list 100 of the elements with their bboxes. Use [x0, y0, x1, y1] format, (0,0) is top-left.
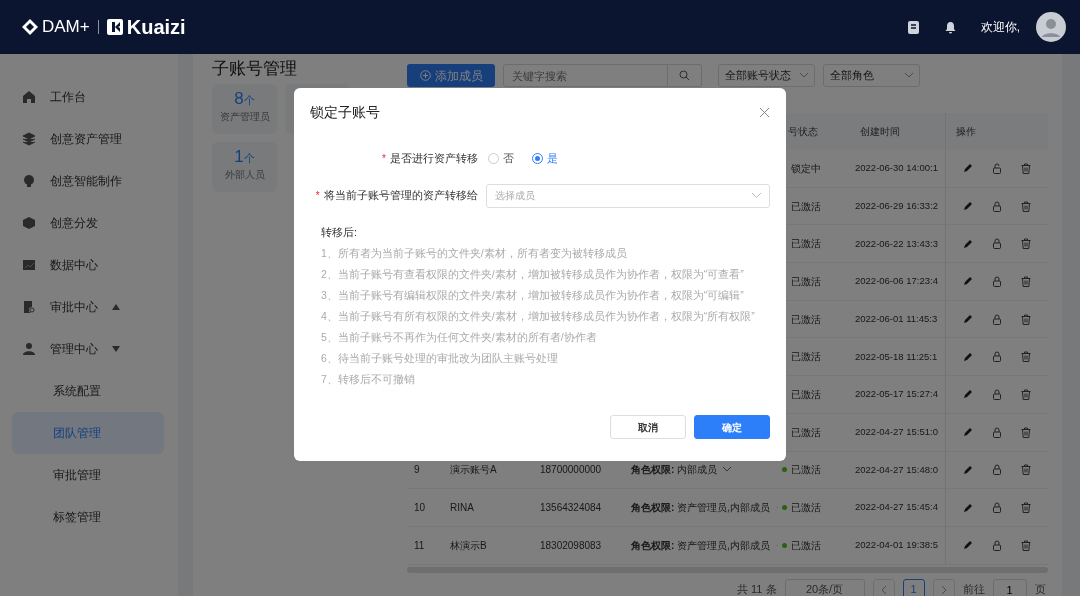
- note-text: 6、待当前子账号处理的审批改为团队主账号处理: [321, 351, 559, 366]
- lock-icon[interactable]: [992, 539, 1002, 551]
- pencil-icon[interactable]: [963, 163, 974, 174]
- pencil-icon[interactable]: [963, 276, 974, 287]
- page-size-select[interactable]: 20条/页: [784, 578, 865, 596]
- column-header: 操作: [945, 113, 1048, 150]
- lock-icon[interactable]: [992, 464, 1002, 476]
- bell-icon[interactable]: [943, 20, 957, 34]
- document-icon[interactable]: [906, 20, 920, 34]
- lock-icon[interactable]: [992, 275, 1002, 287]
- role-text: 角色权限: 内部成员: [631, 463, 718, 478]
- avatar[interactable]: [1036, 12, 1066, 42]
- close-icon[interactable]: [759, 107, 770, 118]
- filter-dropdown[interactable]: 全部角色: [823, 64, 920, 87]
- lock-icon[interactable]: [992, 313, 1002, 325]
- lock-icon[interactable]: [992, 238, 1002, 250]
- table-cell: 11: [407, 526, 440, 565]
- status-text: 已激活: [791, 199, 821, 214]
- lock-icon[interactable]: [992, 200, 1002, 212]
- filter-dropdown[interactable]: 全部账号状态: [718, 64, 815, 87]
- sidebar-subitem[interactable]: 标签管理: [12, 496, 164, 538]
- pencil-icon[interactable]: [963, 351, 974, 362]
- sidebar-item[interactable]: 工作台: [0, 76, 166, 118]
- open-lock-icon[interactable]: [992, 162, 1002, 174]
- status-text: 已激活: [791, 463, 821, 478]
- sidebar-item[interactable]: 创意资产管理: [0, 118, 166, 160]
- pencil-icon[interactable]: [963, 238, 974, 249]
- sidebar-subitem[interactable]: 团队管理: [12, 412, 164, 454]
- trash-icon[interactable]: [1020, 351, 1031, 363]
- pencil-icon[interactable]: [963, 464, 974, 475]
- add-member-button[interactable]: 添加成员: [407, 64, 495, 87]
- user-icon: [22, 342, 36, 356]
- stat-count: 1个: [233, 148, 256, 167]
- pencil-icon[interactable]: [963, 389, 974, 400]
- notes-title: 转移后:: [321, 224, 359, 240]
- member-select[interactable]: 选择成员: [485, 183, 770, 208]
- lock-icon[interactable]: [992, 502, 1002, 514]
- table-cell: 2022-06-01 11:45:3: [850, 300, 945, 339]
- lock-icon[interactable]: [992, 351, 1002, 363]
- table-cell: 10: [407, 489, 440, 527]
- table-cell: 13564324084: [530, 489, 620, 527]
- sidebar-subitem[interactable]: 审批管理: [12, 454, 164, 496]
- goto-label: 前往: [962, 582, 985, 596]
- label-text: 是否进行资产转移: [390, 152, 478, 164]
- table-cell: 2022-04-27 15:45:4: [850, 489, 945, 527]
- status-text: 已激活: [791, 538, 821, 553]
- status-text: 已激活: [791, 425, 821, 440]
- pencil-icon[interactable]: [963, 540, 974, 551]
- status-text: 已激活: [791, 387, 821, 402]
- page-input[interactable]: 1: [992, 578, 1027, 596]
- plus-circle-icon: [419, 70, 431, 81]
- sidebar-item[interactable]: 数据中心: [0, 244, 166, 286]
- diamond-logo-icon: [22, 19, 38, 35]
- status-text: 已激活: [791, 501, 821, 516]
- trash-icon[interactable]: [1020, 539, 1031, 551]
- table-cell: 18302098083: [530, 526, 620, 565]
- note-text: 2、当前子账号有查看权限的文件夹/素材，增加被转移成员作为协作者，权限为“可查看”: [321, 267, 745, 282]
- trash-icon[interactable]: [1020, 426, 1031, 438]
- trash-icon[interactable]: [1020, 464, 1031, 476]
- trash-icon[interactable]: [1020, 238, 1031, 250]
- radio-option[interactable]: 否: [488, 150, 514, 167]
- sidebar-subitem[interactable]: 系统配置: [12, 370, 164, 412]
- cancel-button[interactable]: 取消: [610, 415, 686, 439]
- document-search-icon: [22, 300, 36, 314]
- lock-icon[interactable]: [992, 426, 1002, 438]
- search-field[interactable]: 关键字搜索: [503, 64, 668, 87]
- lock-icon[interactable]: [992, 388, 1002, 400]
- layers-icon: [22, 132, 36, 146]
- pencil-icon[interactable]: [963, 314, 974, 325]
- status-text: 已激活: [791, 350, 821, 365]
- brand-name: Kuaizi: [126, 15, 186, 40]
- note-text: 4、当前子账号有所有权限的文件夹/素材，增加被转移成员作为协作者，权限为“所有权限”: [321, 309, 756, 324]
- status-text: 已激活: [791, 274, 821, 289]
- confirm-button[interactable]: 确定: [694, 415, 770, 439]
- pencil-icon[interactable]: [963, 502, 974, 513]
- pencil-icon[interactable]: [963, 201, 974, 212]
- page-suffix: 页: [1034, 582, 1046, 596]
- trash-icon[interactable]: [1020, 200, 1031, 212]
- table-cell: 2022-06-06 17:23:4: [850, 263, 945, 301]
- table-cell: 2022-06-22 13:43:3: [850, 225, 945, 264]
- pencil-icon[interactable]: [963, 427, 974, 438]
- status-text: 已激活: [791, 237, 821, 252]
- k-logo-icon: [106, 19, 123, 35]
- sidebar-item[interactable]: 审批中心: [0, 286, 166, 328]
- trash-icon[interactable]: [1020, 313, 1031, 325]
- bulb-icon: [22, 174, 36, 188]
- trash-icon[interactable]: [1020, 275, 1031, 287]
- trash-icon[interactable]: [1020, 162, 1031, 174]
- sidebar-item[interactable]: 创意智能制作: [0, 160, 166, 202]
- sidebar-item[interactable]: 管理中心: [0, 328, 166, 370]
- trash-icon[interactable]: [1020, 388, 1031, 400]
- radio-option[interactable]: 是: [532, 150, 558, 167]
- column-header: 创建时间: [850, 113, 945, 150]
- table-cell: 2022-06-29 16:33:2: [850, 187, 945, 226]
- table-cell: 2022-06-30 14:00:1: [850, 150, 945, 188]
- note-text: 7、转移后不可撤销: [321, 372, 416, 387]
- trash-icon[interactable]: [1020, 502, 1031, 514]
- page-button[interactable]: 1: [902, 578, 925, 596]
- search-button[interactable]: [668, 64, 702, 87]
- sidebar-item[interactable]: 创意分发: [0, 202, 166, 244]
